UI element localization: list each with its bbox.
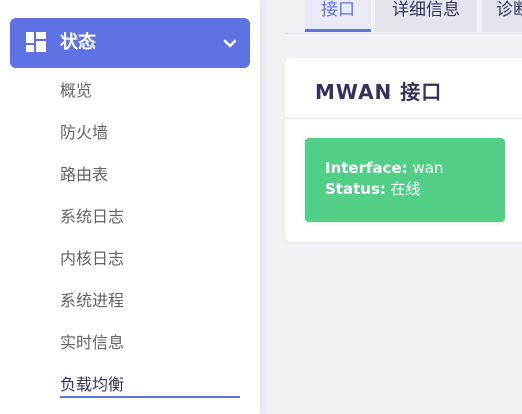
sidebar-item-firewall[interactable]: 防火墙: [0, 112, 260, 154]
status-submenu: 概览 防火墙 路由表 系统日志 内核日志 系统进程 实时信息 负载均衡: [0, 70, 260, 406]
status-value: 在线: [390, 180, 421, 198]
interface-line: Interface: wan: [325, 158, 443, 178]
dashboard-grid-icon: [26, 32, 46, 52]
page: 状态 概览 防火墙 路由表 系统日志 内核日志 系统进程 实时信息 负载均衡 接…: [0, 0, 522, 414]
sidebar-item-routes[interactable]: 路由表: [0, 154, 260, 196]
sidebar-item-load-balancing[interactable]: 负载均衡: [0, 364, 260, 406]
sidebar-item-kernel-log[interactable]: 内核日志: [0, 238, 260, 280]
menu-title: 状态: [60, 32, 96, 53]
sidebar-item-realtime[interactable]: 实时信息: [0, 322, 260, 364]
sidebar-item-processes[interactable]: 系统进程: [0, 280, 260, 322]
tab-interfaces[interactable]: 接口: [305, 0, 371, 32]
tab-interfaces-label: 接口: [321, 0, 355, 20]
mwan-interfaces-card: MWAN 接口 Interface: wan Status: 在线: [285, 58, 522, 242]
sidebar: 状态 概览 防火墙 路由表 系统日志 内核日志 系统进程 实时信息 负载均衡: [0, 0, 260, 414]
chevron-down-icon: [223, 39, 237, 48]
tab-details-label: 详细信息: [392, 0, 460, 20]
sidebar-item-system-log[interactable]: 系统日志: [0, 196, 260, 238]
sidebar-item-overview[interactable]: 概览: [0, 70, 260, 112]
tab-diagnostics-label: 诊断: [496, 0, 522, 20]
interface-key: Interface:: [325, 159, 408, 177]
interface-status-box: Interface: wan Status: 在线: [305, 138, 505, 222]
tab-diagnostics[interactable]: 诊断: [482, 0, 522, 32]
status-key: Status:: [325, 180, 386, 198]
tab-bar: 接口 详细信息 诊断: [285, 0, 522, 34]
card-title: MWAN 接口: [315, 80, 443, 104]
card-divider: [285, 118, 522, 119]
interface-value: wan: [412, 159, 444, 177]
menu-status-header[interactable]: 状态: [10, 18, 250, 68]
tab-details[interactable]: 详细信息: [375, 0, 477, 32]
status-line: Status: 在线: [325, 179, 421, 199]
